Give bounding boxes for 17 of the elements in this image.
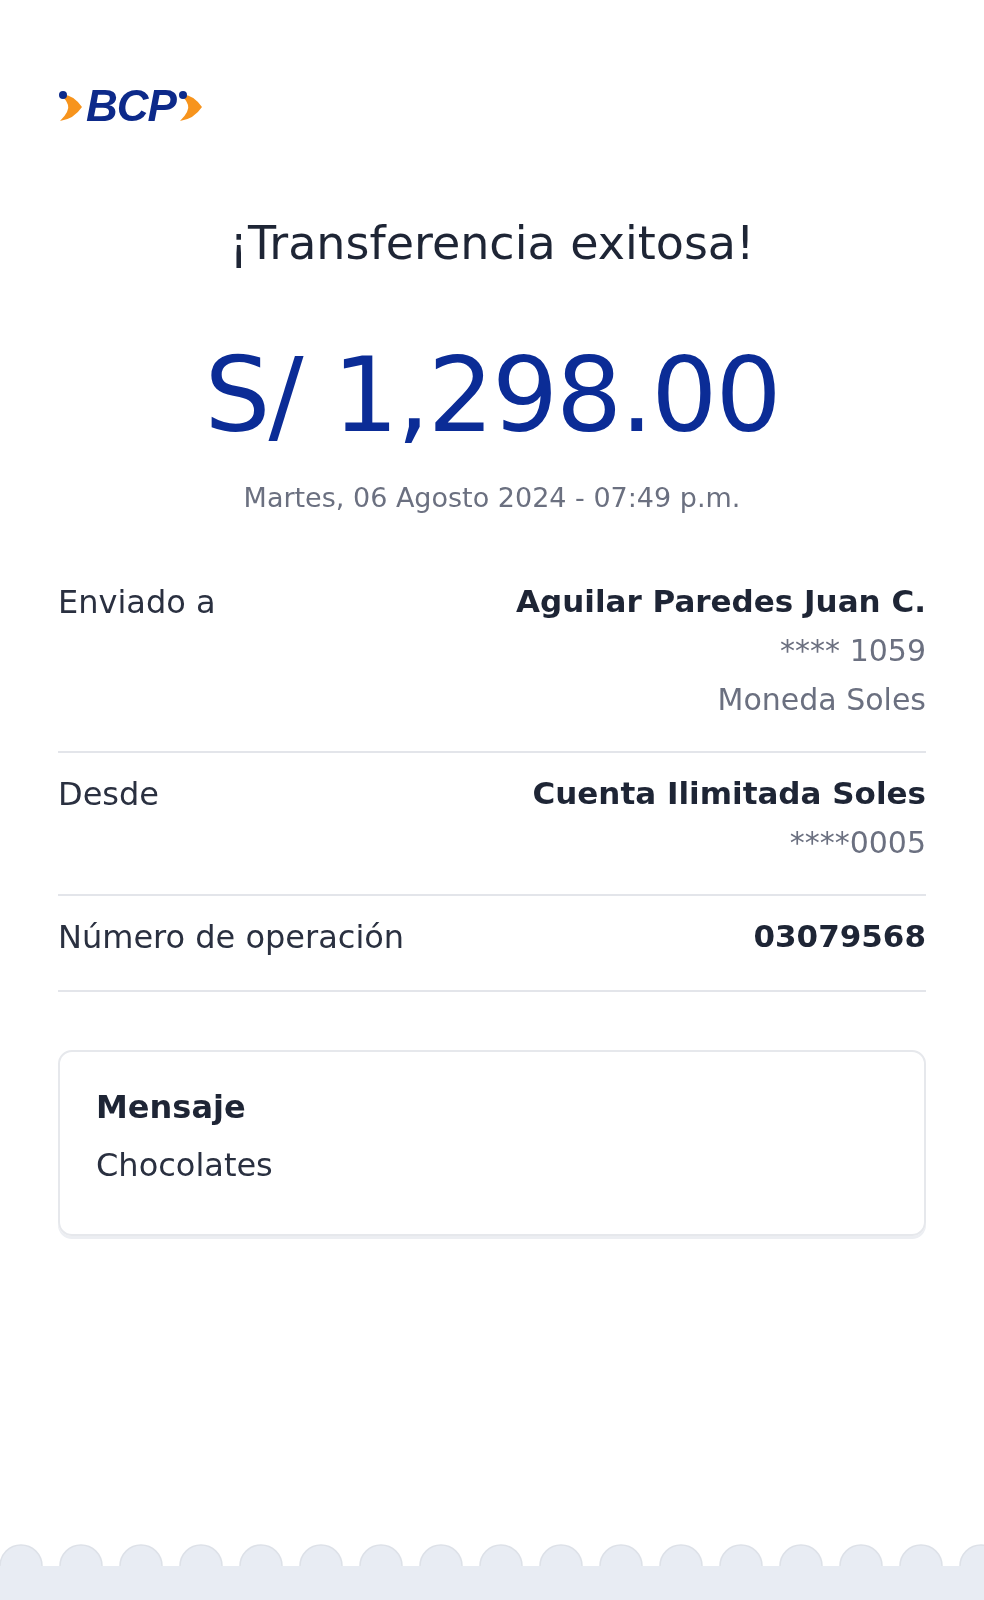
- amount: S/ 1,298.00: [203, 338, 781, 453]
- message-label: Mensaje: [96, 1088, 247, 1127]
- success-title: ¡Transferencia exitosa!: [228, 216, 756, 270]
- chevron-icon: [177, 89, 204, 123]
- detail-value: Moneda Soles: [717, 682, 926, 718]
- detail-value: ****0005: [789, 825, 926, 861]
- date-time: Martes, 06 Agosto 2024 - 07:49 p.m.: [242, 482, 742, 514]
- detail-value: Aguilar Paredes Juan C.: [516, 583, 926, 620]
- detail-label: Desde: [58, 775, 159, 814]
- detail-value: **** 1059: [780, 633, 926, 669]
- detail-label: Enviado a: [58, 583, 216, 622]
- logo-text: BCP: [86, 81, 176, 131]
- detail-value: 03079568: [753, 918, 926, 955]
- detail-label: Número de operación: [58, 918, 405, 957]
- message-text: Chocolates: [96, 1146, 274, 1185]
- chevron-icon: [58, 89, 84, 123]
- detail-value: Cuenta Ilimitada Soles: [532, 775, 926, 812]
